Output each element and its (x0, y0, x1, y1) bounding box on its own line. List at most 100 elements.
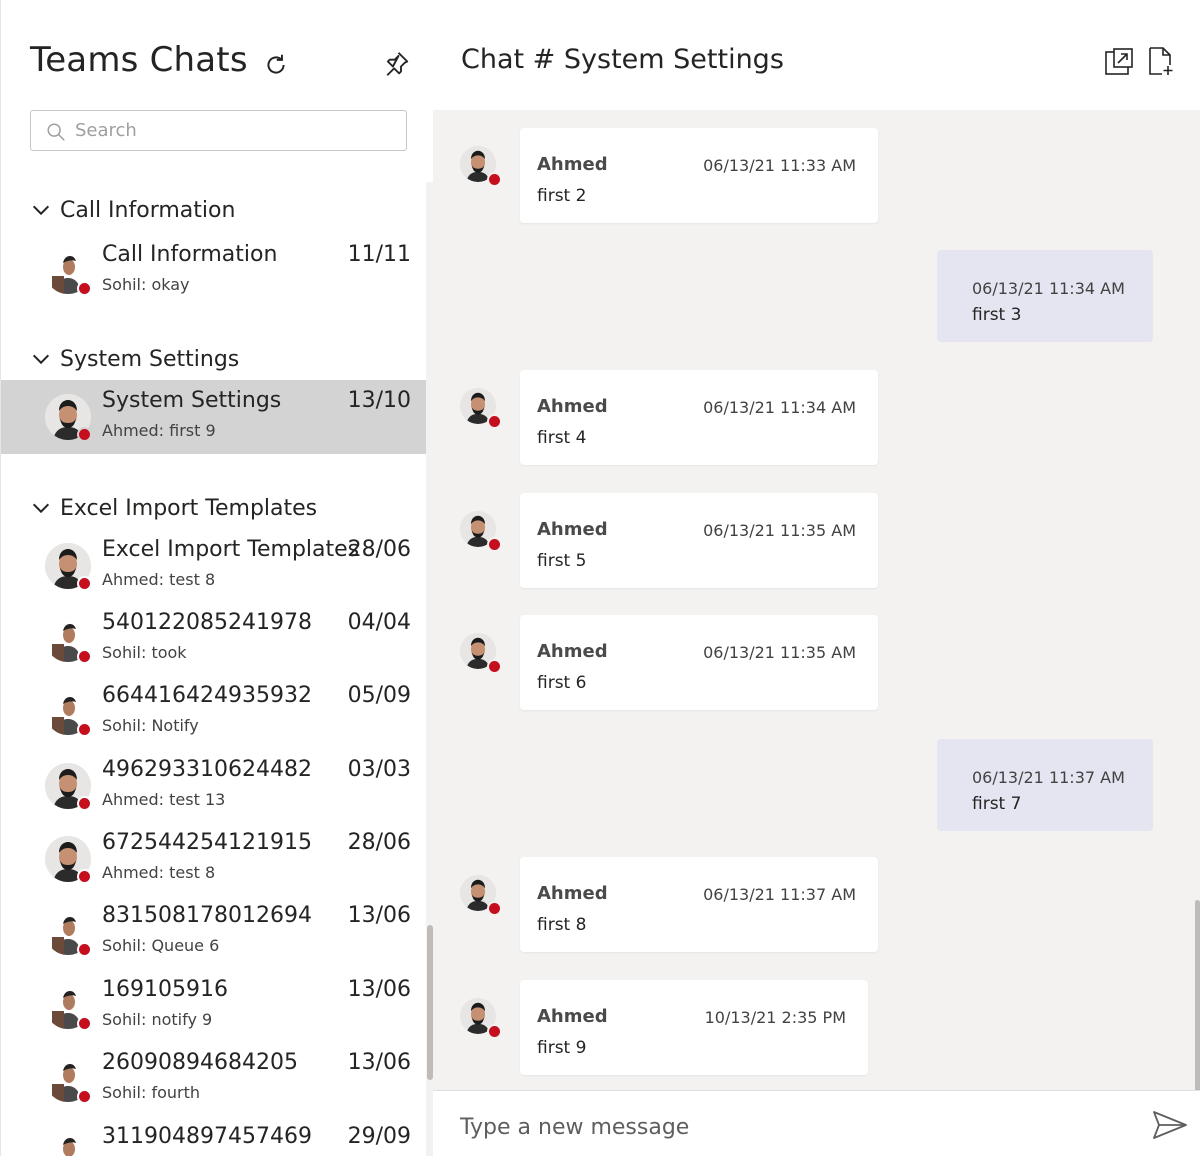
group-label: Excel Import Templates (60, 495, 318, 521)
incoming-message[interactable]: Ahmed 06/13/21 11:35 AM first 6 (520, 615, 878, 710)
presence-busy-icon (77, 869, 92, 884)
outgoing-message[interactable]: 06/13/21 11:37 AM first 7 (937, 739, 1153, 831)
presence-busy-icon (77, 649, 92, 664)
group-header[interactable]: System Settings (30, 344, 239, 374)
pin-icon[interactable] (381, 49, 411, 79)
chat-title: 831508178012694 (102, 903, 312, 928)
presence-busy-icon (77, 1016, 92, 1031)
chat-list-item[interactable]: 311904897457469 29/09 (1, 1116, 426, 1156)
chat-title: 26090894684205 (102, 1050, 298, 1075)
chevron-down-icon (32, 205, 50, 216)
message-sender: Ahmed (537, 396, 608, 417)
chat-list-item[interactable]: 831508178012694 13/06 Sohil: Queue 6 (1, 895, 426, 969)
chat-title: Excel Import Templates (102, 537, 360, 562)
chat-preview: Sohil: notify 9 (102, 1010, 213, 1029)
message-text: first 7 (972, 794, 1022, 814)
chat-title: 664416424935932 (102, 683, 312, 708)
message-sender: Ahmed (537, 519, 608, 540)
incoming-message[interactable]: Ahmed 06/13/21 11:35 AM first 5 (520, 493, 878, 588)
presence-busy-icon (77, 427, 92, 442)
chat-title: Chat # System Settings (461, 44, 784, 75)
chat-list-item[interactable]: Excel Import Templates 28/06 Ahmed: test 8 (1, 529, 426, 603)
message-sender: Ahmed (537, 641, 608, 662)
message-timestamp: 10/13/21 2:35 PM (704, 1008, 846, 1027)
chat-panel: Chat # System Settings Ahmed 06/13/21 11:… (433, 0, 1200, 1156)
presence-busy-icon (77, 942, 92, 957)
chat-list-item[interactable]: System Settings 13/10 Ahmed: first 9 (1, 380, 426, 454)
presence-busy-icon (77, 1089, 92, 1104)
chat-preview: Ahmed: test 8 (102, 863, 216, 882)
chat-date: 13/06 (347, 903, 411, 928)
incoming-message[interactable]: Ahmed 06/13/21 11:37 AM first 8 (520, 857, 878, 952)
new-document-icon[interactable] (1146, 45, 1176, 77)
message-text: first 2 (537, 186, 587, 206)
presence-busy-icon (487, 1024, 502, 1039)
presence-busy-icon (487, 414, 502, 429)
search-box[interactable] (30, 110, 407, 151)
message-text: first 9 (537, 1038, 587, 1058)
chat-list-item[interactable]: 169105916 13/06 Sohil: notify 9 (1, 969, 426, 1043)
chat-title: 496293310624482 (102, 757, 312, 782)
refresh-icon[interactable] (263, 52, 289, 78)
chat-date: 05/09 (347, 683, 411, 708)
chat-list-item[interactable]: 496293310624482 03/03 Ahmed: test 13 (1, 749, 426, 823)
presence-busy-icon (487, 172, 502, 187)
group-header[interactable]: Excel Import Templates (30, 493, 317, 523)
chat-date: 04/04 (347, 610, 411, 635)
message-text: first 3 (972, 305, 1022, 325)
chat-list-item[interactable]: 540122085241978 04/04 Sohil: took (1, 602, 426, 676)
presence-busy-icon (487, 659, 502, 674)
message-timestamp: 06/13/21 11:37 AM (972, 768, 1125, 787)
search-input[interactable] (75, 115, 395, 146)
composer (433, 1090, 1200, 1156)
chat-preview: Ahmed: first 9 (102, 421, 216, 440)
chat-title: 311904897457469 (102, 1124, 312, 1149)
chat-date: 13/06 (347, 1050, 411, 1075)
chat-list-item[interactable]: 672544254121915 28/06 Ahmed: test 8 (1, 822, 426, 896)
chat-preview: Sohil: took (102, 643, 187, 662)
chat-date: 28/06 (347, 830, 411, 855)
popout-icon[interactable] (1103, 46, 1135, 78)
chat-title: 169105916 (102, 977, 228, 1002)
chat-date: 03/03 (347, 757, 411, 782)
incoming-message[interactable]: Ahmed 06/13/21 11:34 AM first 4 (520, 370, 878, 465)
outgoing-message[interactable]: 06/13/21 11:34 AM first 3 (937, 250, 1153, 342)
message-timestamp: 06/13/21 11:33 AM (703, 156, 856, 175)
message-input[interactable] (460, 1109, 1100, 1145)
message-timestamp: 06/13/21 11:34 AM (972, 279, 1125, 298)
presence-busy-icon (77, 722, 92, 737)
avatar (45, 1130, 91, 1156)
chevron-down-icon (32, 503, 50, 514)
message-sender: Ahmed (537, 154, 608, 175)
incoming-message[interactable]: Ahmed 06/13/21 11:33 AM first 2 (520, 128, 878, 223)
message-timestamp: 06/13/21 11:35 AM (703, 521, 856, 540)
chat-preview: Ahmed: test 13 (102, 790, 226, 809)
chat-list-item[interactable]: 26090894684205 13/06 Sohil: fourth (1, 1042, 426, 1116)
chat-preview: Sohil: Notify (102, 716, 199, 735)
chat-date: 28/06 (347, 537, 411, 562)
chat-title: 540122085241978 (102, 610, 312, 635)
chat-preview: Sohil: fourth (102, 1083, 201, 1102)
chat-list-panel: Teams Chats Call Information Call Informa… (0, 0, 433, 1156)
presence-busy-icon (77, 796, 92, 811)
chat-list-item[interactable]: 664416424935932 05/09 Sohil: Notify (1, 675, 426, 749)
group-header[interactable]: Call Information (30, 195, 235, 225)
chat-preview: Ahmed: test 8 (102, 570, 216, 589)
send-icon[interactable] (1151, 1109, 1189, 1141)
message-sender: Ahmed (537, 883, 608, 904)
group-label: Call Information (60, 197, 236, 223)
incoming-message[interactable]: Ahmed 10/13/21 2:35 PM first 9 (520, 980, 868, 1075)
chat-date: 11/11 (347, 242, 411, 267)
presence-busy-icon (487, 537, 502, 552)
message-timestamp: 06/13/21 11:37 AM (703, 885, 856, 904)
chat-title: 672544254121915 (102, 830, 312, 855)
message-text: first 8 (537, 915, 587, 935)
presence-busy-icon (77, 576, 92, 591)
chat-list-item[interactable]: Call Information 11/11 Sohil: okay (1, 234, 426, 308)
presence-busy-icon (77, 281, 92, 296)
panel-title: Teams Chats (30, 40, 248, 80)
chat-date: 13/06 (347, 977, 411, 1002)
message-timestamp: 06/13/21 11:35 AM (703, 643, 856, 662)
message-text: first 6 (537, 673, 587, 693)
message-timestamp: 06/13/21 11:34 AM (703, 398, 856, 417)
